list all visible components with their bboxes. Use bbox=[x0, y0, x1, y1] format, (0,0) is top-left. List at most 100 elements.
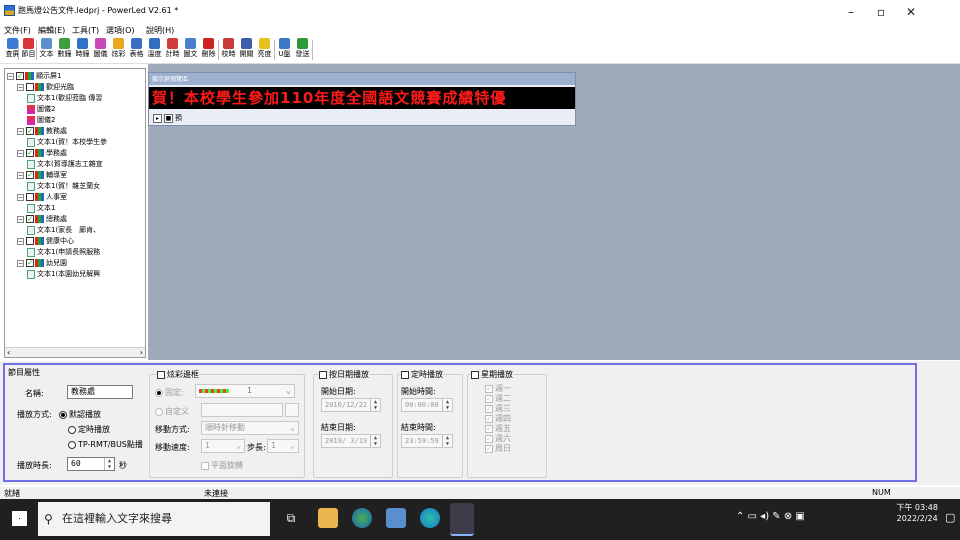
menu-edit[interactable]: 編輯(E) bbox=[38, 25, 65, 36]
tree-node[interactable]: 文本1(賀！雜芝蘭女 bbox=[27, 181, 100, 192]
duration-input[interactable]: 60 ▲ ▼ bbox=[67, 457, 115, 471]
tree-node[interactable]: − ✓ 輔導室 bbox=[17, 170, 67, 181]
speed-label: 移動速度: bbox=[155, 443, 190, 452]
tree-node[interactable]: − 歡迎光臨 bbox=[17, 82, 74, 93]
mode-timed-radio[interactable]: 定時播放 bbox=[68, 424, 110, 435]
time-checkbox[interactable]: 定時播放 bbox=[401, 369, 443, 380]
end-time-input[interactable]: 23:59:59 ▲ ▼ bbox=[401, 434, 453, 448]
preview-controls: ▸ ■ 預 bbox=[153, 113, 182, 123]
tree-node[interactable]: − ✓ 總務處 bbox=[17, 214, 67, 225]
windows-start-icon[interactable] bbox=[12, 511, 27, 526]
tree-node[interactable]: 文本1(申請長照服務 bbox=[27, 247, 100, 258]
program-icon bbox=[35, 259, 44, 267]
expand-icon: − bbox=[17, 237, 24, 245]
task-view-icon[interactable]: ⧉ bbox=[281, 508, 301, 528]
taskbar-search-box[interactable]: ⚲ 在這裡輸入文字來搜尋 bbox=[38, 502, 270, 536]
tree-node[interactable]: − 健康中心 bbox=[17, 236, 74, 247]
close-button[interactable]: ✕ bbox=[896, 3, 926, 21]
minimize-button[interactable]: – bbox=[836, 3, 866, 21]
system-tray-icons[interactable]: ⌃ ▭ ◂) ✎ ⊗ ▣ bbox=[736, 511, 805, 522]
tree-node[interactable]: 文本1(本園幼兒解興 bbox=[27, 269, 100, 280]
tree-node[interactable]: − 人事室 bbox=[17, 192, 67, 203]
chrome-icon[interactable] bbox=[352, 508, 372, 528]
toolbar-icon bbox=[77, 38, 88, 49]
week-checkbox[interactable]: 星期播放 bbox=[471, 369, 513, 380]
scroll-right-icon[interactable]: › bbox=[140, 348, 143, 357]
border-style-select[interactable]: 1 ⌄ bbox=[195, 384, 295, 398]
program-icon bbox=[35, 193, 44, 201]
toolbar-icon bbox=[23, 38, 34, 49]
checkbox-icon: ✓ bbox=[26, 149, 34, 157]
section-title: 節目屬性 bbox=[8, 368, 40, 377]
toolbar-button-11[interactable]: 刪除 bbox=[200, 37, 217, 63]
taskbar-clock[interactable]: 下午 03:48 2022/2/24 bbox=[896, 502, 938, 524]
program-icon bbox=[35, 215, 44, 223]
file-explorer-icon[interactable] bbox=[318, 508, 338, 528]
menu-file[interactable]: 文件(F) bbox=[4, 25, 31, 36]
toolbar-icon bbox=[185, 38, 196, 49]
move-select[interactable]: 順時針移動 ⌄ bbox=[201, 421, 299, 435]
program-tree[interactable]: ‹ › − ✓ 顯示屏1− 歡迎光臨 文本1(歡迎蒞臨 傳習 圖儀2 圖儀2− ✓ 教務處 文本1… bbox=[4, 68, 146, 358]
name-input[interactable]: 教務處 bbox=[67, 385, 133, 399]
start-date-input[interactable]: 2010/12/22 ▲ ▼ bbox=[321, 398, 381, 412]
tree-node[interactable]: 文本1(賀！本校學生參 bbox=[27, 137, 107, 148]
scroll-left-icon[interactable]: ‹ bbox=[7, 348, 10, 357]
end-date-input[interactable]: 2019/ 3/19 ▲ ▼ bbox=[321, 434, 381, 448]
mode-tp-radio[interactable]: TP-RMT/BUS點播 bbox=[68, 439, 143, 450]
tree-node[interactable]: 圖儀2 bbox=[27, 104, 55, 115]
expand-icon: − bbox=[7, 72, 14, 80]
duration-spinner[interactable]: ▲ ▼ bbox=[104, 458, 114, 470]
app-icon-3[interactable] bbox=[386, 508, 406, 528]
menu-tools[interactable]: 工具(T) bbox=[72, 25, 99, 36]
speed-select[interactable]: 1 ⌄ bbox=[201, 439, 245, 453]
checkbox-icon: ✓ bbox=[26, 259, 34, 267]
window-title: 跑馬燈公告文件.ledprj - PowerLed V2.61 * bbox=[18, 6, 179, 15]
checkbox-icon: ✓ bbox=[16, 72, 24, 80]
properties-frame: 節目屬性 名稱: 教務處 播放方式: 默認播放 定時播放 TP-RMT/BUS點… bbox=[3, 363, 917, 482]
custom-browse-button[interactable] bbox=[285, 403, 299, 417]
toolbar-icon bbox=[297, 38, 308, 49]
step-select[interactable]: 1 ⌄ bbox=[267, 439, 299, 453]
toolbar-icon bbox=[223, 38, 234, 49]
toolbar-button-14[interactable]: 亮度 bbox=[256, 37, 273, 63]
start-date-label: 開始日期: bbox=[321, 387, 356, 396]
tree-node[interactable]: 文本1 bbox=[27, 203, 55, 214]
toolbar-button-16[interactable]: 發送 bbox=[294, 37, 311, 63]
menu-options[interactable]: 選項(O) bbox=[106, 25, 135, 36]
text-item-icon bbox=[27, 137, 35, 147]
program-icon bbox=[35, 83, 44, 91]
edge-icon[interactable] bbox=[420, 508, 440, 528]
custom-input[interactable] bbox=[201, 403, 283, 417]
start-time-input[interactable]: 00:00:00 ▲ ▼ bbox=[401, 398, 453, 412]
maximize-button[interactable]: ▫ bbox=[866, 3, 896, 21]
tree-node[interactable]: − ✓ 教務處 bbox=[17, 126, 67, 137]
expand-icon: − bbox=[17, 127, 24, 135]
toolbar-icon bbox=[167, 38, 178, 49]
screen-preview-window[interactable]: 顯示屏預覽區 賀！本校學生參加110年度全國語文競賽成績特優 ▸ ■ 預 bbox=[148, 72, 576, 126]
powerled-task-icon[interactable] bbox=[450, 503, 474, 536]
menu-help[interactable]: 說明(H) bbox=[146, 25, 174, 36]
program-icon bbox=[35, 171, 44, 179]
border-checkbox[interactable]: 炫彩邊框 bbox=[157, 369, 199, 380]
tree-horizontal-scrollbar[interactable]: ‹ › bbox=[5, 347, 145, 357]
mode-default-radio[interactable]: 默認播放 bbox=[59, 409, 101, 420]
tree-node[interactable]: − ✓ 顯示屏1 bbox=[7, 71, 61, 82]
tree-node[interactable]: 圖儀2 bbox=[27, 115, 55, 126]
tree-node[interactable]: 文本1(歡迎蒞臨 傳習 bbox=[27, 93, 102, 104]
tree-node[interactable]: − ✓ 幼兒園 bbox=[17, 258, 67, 269]
preview-button[interactable]: 預 bbox=[175, 114, 182, 122]
checkbox-icon bbox=[26, 237, 34, 245]
tree-node[interactable]: 文本(賀導護志工雜宣 bbox=[27, 159, 103, 170]
weekday-checkbox[interactable]: ✓ 周日 bbox=[485, 443, 511, 454]
tree-node[interactable]: 文本1(家長 廊肯、 bbox=[27, 225, 100, 236]
tree-node[interactable]: − ✓ 學務處 bbox=[17, 148, 67, 159]
custom-radio[interactable]: 自定义 bbox=[155, 406, 189, 417]
play-icon[interactable]: ▸ bbox=[153, 113, 162, 123]
fixed-radio[interactable]: 固定: bbox=[155, 387, 184, 398]
text-item-icon bbox=[27, 181, 35, 191]
date-checkbox[interactable]: 按日期播放 bbox=[319, 369, 369, 380]
flat-rotate-checkbox[interactable]: 平面旋轉 bbox=[201, 460, 243, 471]
image-item-icon bbox=[27, 104, 35, 114]
stop-icon[interactable]: ■ bbox=[164, 113, 173, 123]
notification-icon[interactable]: ▢ bbox=[945, 511, 955, 524]
